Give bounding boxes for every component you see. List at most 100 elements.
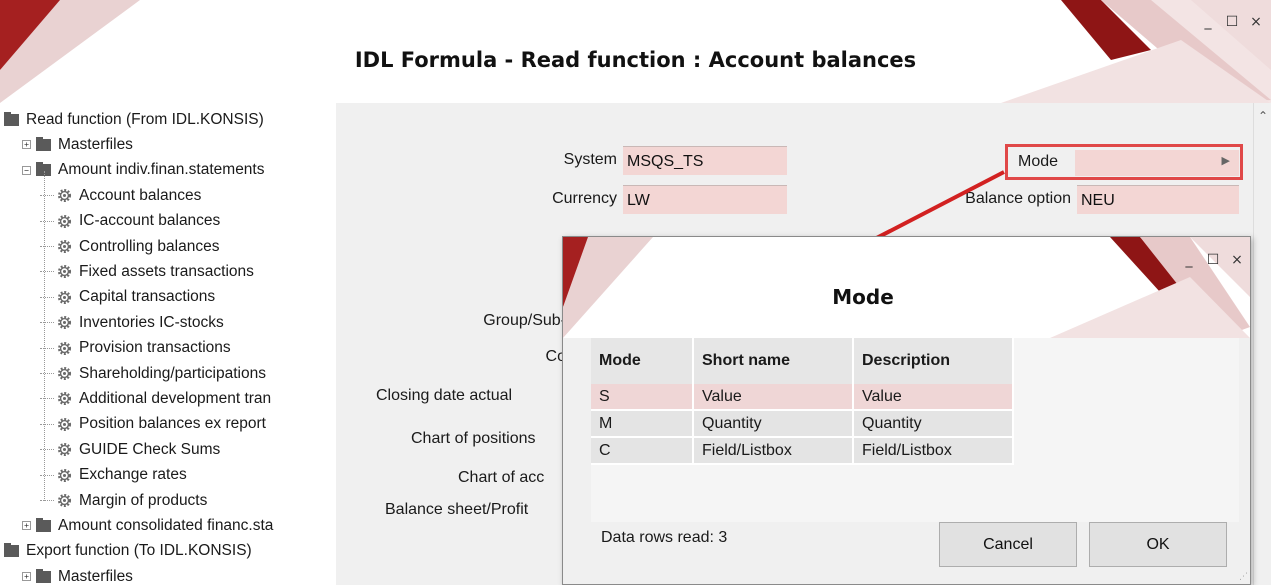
gear-icon: [56, 416, 73, 433]
rows-read-status: Data rows read: 3: [601, 529, 728, 546]
tree-connector: [40, 296, 54, 298]
tree-item-label: Provision transactions: [79, 339, 231, 357]
ok-button[interactable]: OK: [1089, 522, 1227, 567]
column-header-description[interactable]: Description: [854, 338, 1014, 384]
dropdown-arrow-icon[interactable]: ▶: [1222, 154, 1230, 167]
folder-icon: [36, 517, 51, 532]
tree-connector: [40, 373, 54, 374]
expand-icon[interactable]: +: [22, 521, 31, 531]
window-title: IDL Formula - Read function : Account ba…: [354, 48, 917, 72]
tree-item-label: Amount consolidated financ.sta: [58, 516, 274, 534]
gear-icon: [56, 238, 73, 255]
dialog-title-bar: Mode _ ☐ ×: [563, 237, 1250, 338]
gear-icon: [56, 263, 73, 280]
mode-label: Mode: [1018, 153, 1059, 170]
tree-item-label: Account balances: [79, 186, 202, 204]
tree-item[interactable]: Additional development tran: [40, 386, 271, 411]
tree-connector: [40, 500, 54, 501]
tree-item[interactable]: Provision transactions: [40, 336, 231, 361]
gear-icon: [56, 492, 73, 509]
tree-item-label: Fixed assets transactions: [79, 262, 254, 280]
tree-item-label: GUIDE Check Sums: [79, 440, 221, 458]
closing-date-label: Closing date actual: [376, 387, 513, 404]
tree-item-label: Read function (From IDL.KONSIS): [26, 110, 264, 128]
mode-field[interactable]: [1075, 150, 1239, 176]
tree-connector: [40, 474, 54, 476]
chart-of-positions-label: Chart of positions: [411, 430, 536, 447]
gear-icon: [56, 340, 73, 357]
gear-icon: [56, 365, 73, 382]
cell-short-name: Field/Listbox: [694, 438, 854, 465]
column-header-short-name[interactable]: Short name: [694, 338, 854, 384]
tree-item-label: Exchange rates: [79, 466, 187, 484]
gear-icon: [56, 441, 73, 458]
maximize-icon[interactable]: ☐: [1206, 252, 1220, 268]
table-row[interactable]: M Quantity Quantity: [591, 411, 1014, 438]
gear-icon: [56, 187, 73, 204]
tree-item-label: Amount indiv.finan.statements: [58, 161, 265, 179]
tree-item-label: Export function (To IDL.KONSIS): [26, 542, 252, 560]
table-row[interactable]: C Field/Listbox Field/Listbox: [591, 438, 1014, 465]
tree-item[interactable]: IC-account balances: [40, 209, 220, 234]
gear-icon: [56, 314, 73, 331]
resize-grip-icon[interactable]: ⋰: [1239, 571, 1248, 582]
window-title-bar: IDL Formula - Read function : Account ba…: [0, 0, 1271, 103]
tree-item[interactable]: + Masterfiles: [22, 564, 133, 585]
cancel-button[interactable]: Cancel: [939, 522, 1077, 567]
system-field[interactable]: MSQS_TS: [623, 146, 787, 175]
gear-icon: [56, 289, 73, 306]
cell-mode: C: [591, 438, 694, 465]
tree-item[interactable]: Read function (From IDL.KONSIS): [4, 107, 264, 132]
close-icon[interactable]: ×: [1249, 14, 1263, 30]
dialog-window-controls: _ ☐ ×: [1182, 252, 1244, 268]
balance-sheet-label: Balance sheet/Profit: [385, 501, 529, 518]
table-header-row: Mode Short name Description: [591, 338, 1014, 384]
collapse-icon[interactable]: −: [22, 165, 31, 175]
gear-icon: [56, 390, 73, 407]
tree-item[interactable]: Export function (To IDL.KONSIS): [4, 539, 252, 564]
balance-option-field[interactable]: NEU: [1077, 185, 1239, 214]
co-label: Co: [545, 348, 566, 365]
minimize-icon[interactable]: _: [1201, 14, 1215, 30]
folder-icon: [36, 136, 51, 151]
tree-item[interactable]: Controlling balances: [40, 234, 219, 259]
tree-item[interactable]: GUIDE Check Sums: [40, 437, 220, 462]
cell-description: Quantity: [854, 411, 1014, 438]
close-icon[interactable]: ×: [1230, 252, 1244, 268]
tree-connector: [40, 246, 54, 247]
cell-mode: S: [591, 384, 694, 411]
tree-item[interactable]: Margin of products: [40, 488, 207, 513]
cell-short-name: Value: [694, 384, 854, 411]
currency-field[interactable]: LW: [623, 185, 787, 214]
tree-item[interactable]: Inventories IC-stocks: [40, 310, 224, 335]
tree-item-label: Masterfiles: [58, 135, 133, 153]
gear-icon: [56, 467, 73, 484]
chart-of-accounts-label: Chart of acc: [458, 469, 545, 486]
currency-label: Currency: [552, 190, 617, 207]
tree-item[interactable]: Exchange rates: [40, 463, 187, 488]
tree-connector: [40, 423, 54, 425]
tree-item-label: Position balances ex report: [79, 415, 266, 433]
folder-icon: [4, 111, 19, 126]
maximize-icon[interactable]: ☐: [1225, 14, 1239, 30]
tree-item[interactable]: Fixed assets transactions: [40, 259, 254, 284]
mode-field-highlight[interactable]: Mode ▶: [1005, 144, 1243, 180]
column-header-mode[interactable]: Mode: [591, 338, 694, 384]
tree-item-label: Margin of products: [79, 491, 208, 509]
expand-icon[interactable]: +: [22, 140, 31, 150]
cell-short-name: Quantity: [694, 411, 854, 438]
tree-item[interactable]: Capital transactions: [40, 285, 215, 310]
tree-item[interactable]: Shareholding/participations: [40, 361, 266, 386]
tree-item[interactable]: − Amount indiv.finan.statements: [22, 158, 265, 183]
tree-item[interactable]: Position balances ex report: [40, 412, 266, 437]
minimize-icon[interactable]: _: [1182, 252, 1196, 268]
vertical-scrollbar[interactable]: ⌃: [1253, 103, 1271, 585]
tree-item[interactable]: Account balances: [40, 183, 201, 208]
table-row[interactable]: S Value Value: [591, 384, 1014, 411]
expand-icon[interactable]: +: [22, 572, 31, 582]
tree-item[interactable]: + Masterfiles: [22, 132, 133, 157]
scroll-up-icon[interactable]: ⌃: [1258, 109, 1268, 123]
tree-connector: [40, 347, 54, 349]
tree-item[interactable]: + Amount consolidated financ.sta: [22, 513, 273, 538]
balance-option-label: Balance option: [965, 190, 1071, 207]
